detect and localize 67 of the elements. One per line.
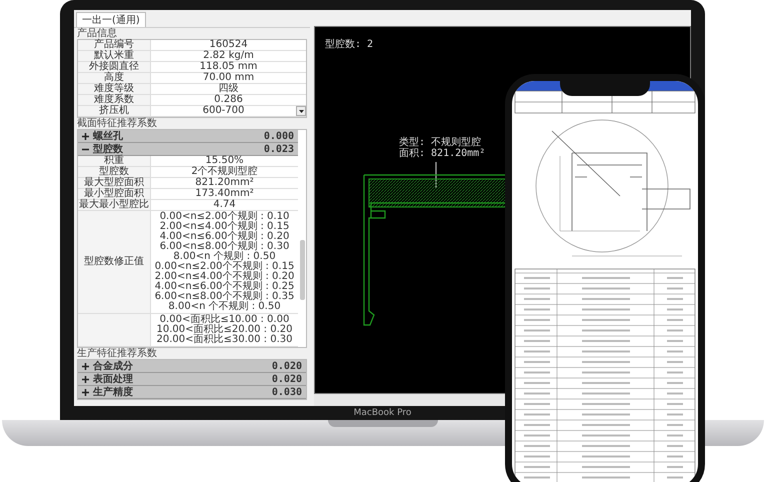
field-value: 4.74 [213,200,236,210]
field-value: 4.00<n≤6.00个规则 : 0.20 [160,232,290,242]
group-value: 0.000 [264,130,294,142]
field-label: 默认米重 [78,51,151,61]
annotation-text: 面积: 821.20mm² [399,148,486,159]
group-row[interactable]: 螺丝孔 0.000 [78,130,298,143]
field-value: 173.40mm² [195,189,254,199]
plus-icon[interactable] [82,376,89,382]
field-value: 四级 [218,84,240,94]
annotation-text: 类型: 不规则型腔 [399,137,482,148]
field-value: 8.00<n 个不规则 : 0.50 [168,302,281,312]
field-value: 0.00<n≤2.00个不规则 : 0.15 [154,262,294,272]
group-row[interactable]: 生产精度 0.030 [78,386,306,399]
group-value: 0.030 [272,386,302,398]
field-label: 产品编号 [78,40,151,50]
group-label: 合金成分 [93,360,134,373]
field-value: 2.82 kg/m [202,51,255,61]
group-label: 表面处理 [93,372,134,386]
field-value: 4.00<n≤6.00个不规则 : 0.25 [154,282,294,292]
field-label: 型腔数修正值 [78,211,151,313]
field-label: 最大最小型腔比 [78,200,151,210]
field-value: 70.00 mm [202,73,256,83]
section-title: 产品信息 [76,28,117,39]
field-value: 118.05 mm [198,62,258,72]
field-label: 难度等级 [78,84,151,94]
field-value: 6.00<n≤8.00个不规则 : 0.35 [154,292,294,302]
tab[interactable]: 一出一(通用) [76,12,146,27]
field-value: 821.20mm² [195,178,254,188]
group-label: 生产精度 [93,385,134,399]
group-label: 型腔数 [93,142,123,155]
field-value: 6.00<n≤8.00个规则 : 0.30 [160,242,290,252]
field-label: 积重 [78,156,151,166]
group-value: 0.020 [272,374,302,384]
field-label: 高度 [78,73,151,83]
laptop-label: MacBook Pro [354,408,412,418]
plus-icon[interactable] [82,132,89,140]
cavity-count: 型腔数: 2 [325,39,374,50]
field-value: 2个不规则型腔 [191,167,258,177]
group-value: 0.020 [272,360,302,372]
group-row[interactable]: 型腔数 0.023 [78,143,298,156]
group-row[interactable]: 合金成分 0.020 [78,360,306,373]
group-row[interactable]: 表面处理 0.020 [78,373,306,386]
field-value: 2.00<n≤4.00个规则 : 0.15 [160,222,290,232]
dropdown-button[interactable] [296,106,306,116]
field-value: 15.50% [205,156,244,166]
field-value: 0.00<面积比≤10.00 : 0.00 [160,315,290,325]
field-value: 20.00<面积比≤30.00 : 0.30 [156,335,292,345]
field-value: 10.00<面积比≤20.00 : 0.20 [156,325,292,335]
field-label: 最大型腔面积 [78,178,151,188]
field-label: 难度系数 [78,95,151,105]
caret-icon [298,110,304,112]
plus-icon[interactable] [82,362,89,370]
section-title: 生产特征推荐系数 [76,348,158,359]
scrollbar[interactable] [300,240,305,300]
field-value: 160524 [208,40,249,50]
plus-icon[interactable] [82,388,89,396]
group-value: 0.023 [264,144,294,154]
field-value: 2.00<n≤4.00个不规则 : 0.20 [154,272,294,282]
field-label: 型腔数 [78,167,151,177]
group-label: 螺丝孔 [93,130,124,143]
section-title: 截面特征推荐系数 [76,118,158,129]
field-label: 最小型腔面积 [78,189,151,199]
field-value: 0.286 [213,95,244,105]
field-value: 0.00<n≤2.00个规则 : 0.10 [160,212,290,222]
field-value: 8.00<n 个规则 : 0.50 [173,252,276,262]
field-label: 挤压机 [78,106,151,116]
field-label: 外接圆直径 [78,62,151,72]
